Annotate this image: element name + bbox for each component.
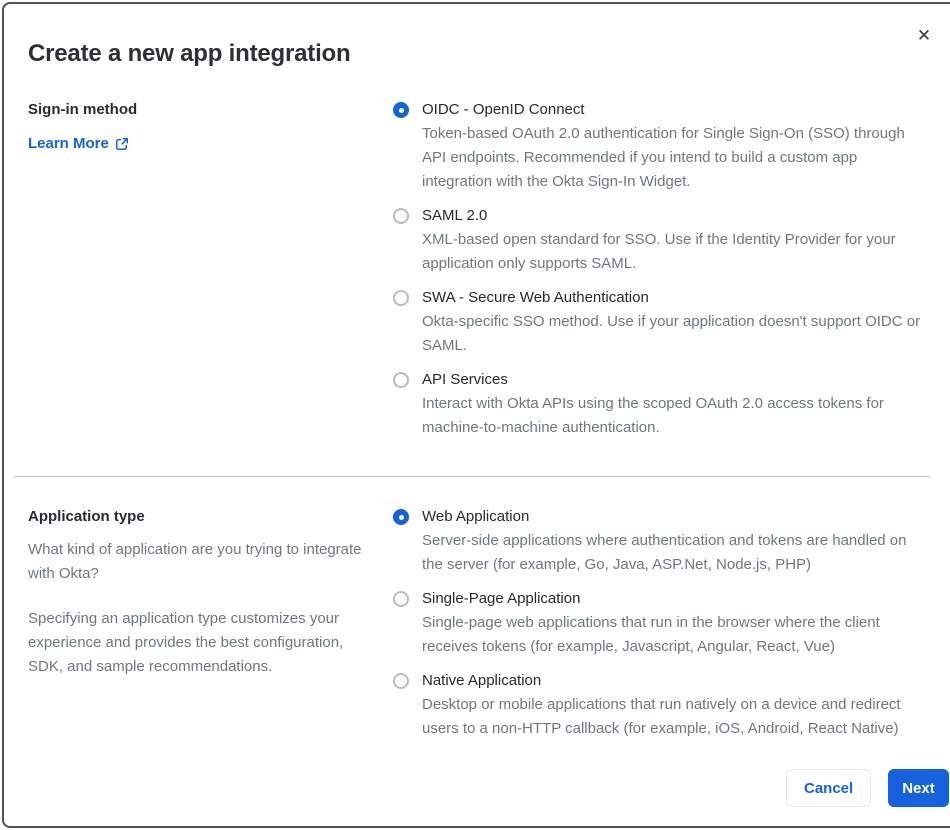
radio-button-icon[interactable]: [393, 372, 409, 388]
option-label: Web Application: [422, 508, 530, 525]
radio-option[interactable]: Single-Page Application Single-page web …: [393, 587, 933, 659]
sign-in-method-label: Sign-in method: [28, 101, 138, 118]
option-description: Desktop or mobile applications that run …: [422, 696, 901, 737]
option-description: Single-page web applications that run in…: [422, 614, 880, 655]
external-link-icon: [115, 137, 129, 151]
radio-button-icon[interactable]: [393, 102, 409, 118]
option-label: API Services: [422, 371, 508, 388]
option-description: XML-based open standard for SSO. Use if …: [422, 231, 896, 272]
sign-in-method-options: OIDC - OpenID Connect Token-based OAuth …: [393, 98, 933, 450]
option-label: Single-Page Application: [422, 590, 581, 607]
radio-option[interactable]: OIDC - OpenID Connect Token-based OAuth …: [393, 98, 933, 194]
learn-more-label: Learn More: [28, 135, 109, 152]
application-type-question: What kind of application are you trying …: [28, 541, 362, 582]
next-button[interactable]: Next: [888, 769, 949, 807]
learn-more-link[interactable]: Learn More: [28, 132, 129, 156]
radio-button-icon[interactable]: [393, 290, 409, 306]
option-label: Native Application: [422, 672, 542, 689]
close-icon[interactable]: ✕: [910, 22, 938, 50]
option-label: SAML 2.0: [422, 207, 488, 224]
dialog-footer: Cancel Next: [786, 769, 949, 807]
radio-button-icon[interactable]: [393, 673, 409, 689]
radio-option[interactable]: Native Application Desktop or mobile app…: [393, 669, 933, 741]
application-type-section: Application type What kind of applicatio…: [4, 505, 950, 751]
dialog-title: Create a new app integration: [28, 40, 351, 67]
option-label: OIDC - OpenID Connect: [422, 101, 585, 118]
option-description: Interact with Okta APIs using the scoped…: [422, 395, 884, 436]
radio-button-icon[interactable]: [393, 509, 409, 525]
option-description: Server-side applications where authentic…: [422, 532, 907, 573]
radio-button-icon[interactable]: [393, 208, 409, 224]
radio-button-icon[interactable]: [393, 591, 409, 607]
radio-option[interactable]: Web Application Server-side applications…: [393, 505, 933, 577]
application-type-options: Web Application Server-side applications…: [393, 505, 933, 751]
create-app-integration-dialog: ✕ Create a new app integration Sign-in m…: [2, 2, 950, 828]
option-label: SWA - Secure Web Authentication: [422, 289, 649, 306]
option-description: Token-based OAuth 2.0 authentication for…: [422, 125, 905, 190]
section-divider: [14, 476, 930, 477]
sign-in-method-section: Sign-in method Learn More OIDC - OpenID …: [4, 98, 950, 450]
application-type-help-text: Specifying an application type customize…: [28, 610, 344, 675]
cancel-button[interactable]: Cancel: [786, 769, 872, 807]
radio-option[interactable]: SWA - Secure Web Authentication Okta-spe…: [393, 286, 933, 358]
radio-option[interactable]: API Services Interact with Okta APIs usi…: [393, 368, 933, 440]
radio-option[interactable]: SAML 2.0 XML-based open standard for SSO…: [393, 204, 933, 276]
application-type-label: Application type: [28, 508, 145, 525]
option-description: Okta-specific SSO method. Use if your ap…: [422, 313, 921, 354]
